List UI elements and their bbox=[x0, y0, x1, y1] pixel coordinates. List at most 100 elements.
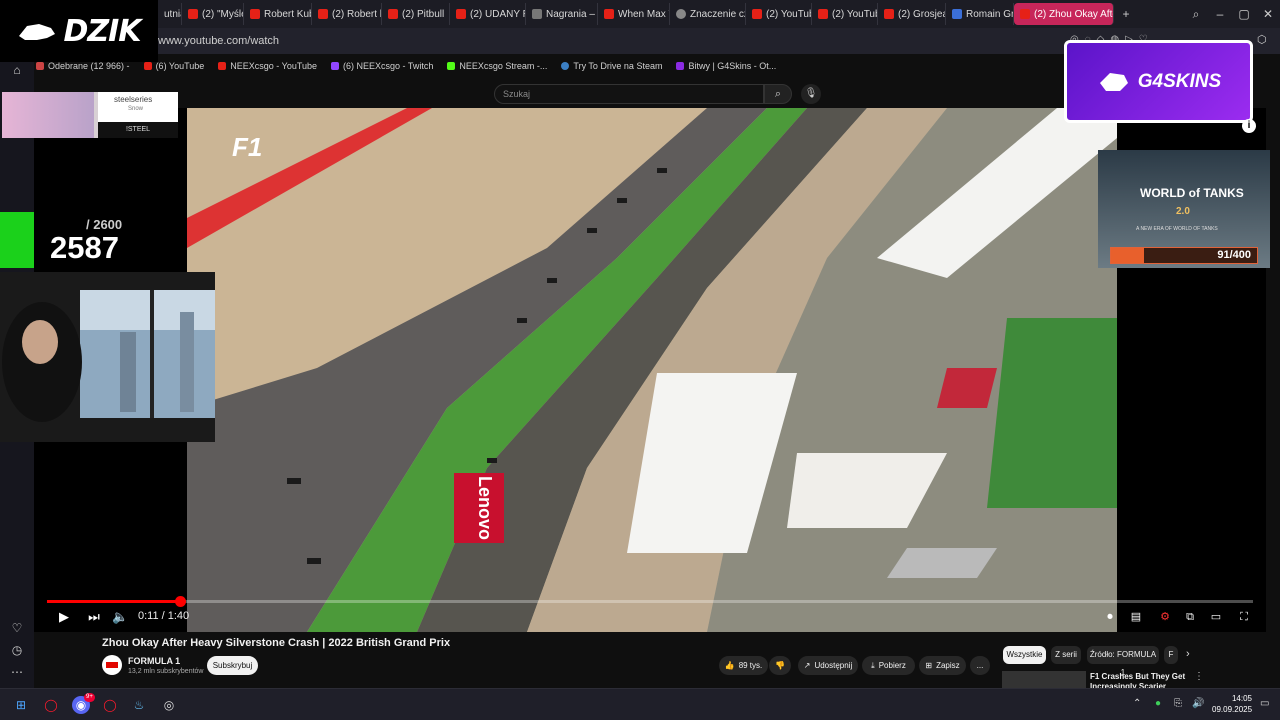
taskbar-clock[interactable]: 14:05 09.09.2025 bbox=[1212, 693, 1252, 715]
tray-chevron-icon[interactable]: ⌃ bbox=[1133, 698, 1141, 709]
tab-11[interactable]: (2) Grosjean's bbox=[878, 3, 946, 25]
obs-icon[interactable]: ◎ bbox=[160, 696, 178, 714]
settings-icon[interactable]: ⚙ bbox=[1156, 608, 1174, 626]
video-progress-bar[interactable] bbox=[47, 600, 1253, 603]
bookmark-item[interactable]: Odebrane (12 966) - bbox=[36, 61, 130, 71]
tab-10[interactable]: (2) YouTube bbox=[812, 3, 878, 25]
tab-1[interactable]: (2) "Myślelišm bbox=[182, 3, 244, 25]
progress-played bbox=[47, 600, 180, 603]
windows-start-icon[interactable]: ⊞ bbox=[12, 696, 30, 714]
dislike-button[interactable]: 👎 bbox=[769, 656, 791, 675]
mouse-image bbox=[2, 92, 94, 138]
share-icon: ↗ bbox=[803, 661, 811, 670]
info-icon[interactable]: i bbox=[1242, 119, 1256, 133]
subtitles-icon[interactable]: ▤ bbox=[1128, 608, 1144, 626]
page-icon bbox=[532, 9, 542, 19]
notifications-icon[interactable]: ▭ bbox=[1260, 698, 1269, 709]
recommended-title[interactable]: F1 Crashes But They Get Increasingly Sca… bbox=[1090, 672, 1190, 688]
tab-3[interactable]: (2) Robert ku bbox=[312, 3, 382, 25]
logo-text: DZIK bbox=[63, 13, 141, 49]
boar-icon bbox=[19, 24, 56, 40]
bookmark-item[interactable]: NEEXcsgo Stream -... bbox=[447, 61, 547, 71]
recommended-thumbnail[interactable] bbox=[1002, 671, 1086, 688]
volume-icon[interactable]: 🔈 bbox=[112, 608, 128, 626]
channel-avatar[interactable] bbox=[102, 655, 122, 675]
bookmark-item[interactable]: NEEXcsgo - YouTube bbox=[218, 61, 317, 71]
new-tab-button[interactable]: + bbox=[1114, 7, 1138, 21]
tab-9[interactable]: (2) YouTube bbox=[746, 3, 812, 25]
youtube-icon bbox=[218, 62, 227, 70]
steam-icon[interactable]: ♨ bbox=[130, 696, 148, 714]
autoplay-toggle[interactable]: ⏺ bbox=[1100, 608, 1120, 626]
tab-7[interactable]: When Max Ve bbox=[598, 3, 670, 25]
channel-name[interactable]: FORMULA 1 bbox=[128, 656, 180, 666]
url-field[interactable]: www.youtube.com/watch bbox=[158, 35, 279, 47]
chip-all[interactable]: Wszystkie bbox=[1003, 646, 1046, 664]
opera-icon[interactable]: ◯ bbox=[101, 696, 119, 714]
theater-mode-icon[interactable]: ▭ bbox=[1208, 608, 1224, 626]
discord-badge: 9+ bbox=[84, 693, 95, 702]
wot-progress-bar: 91/400 bbox=[1110, 247, 1258, 264]
tab-label: (2) Zhou Okay After He bbox=[1034, 8, 1113, 20]
history-icon[interactable]: ◷ bbox=[9, 642, 25, 658]
share-button[interactable]: ↗ Udostępnij bbox=[798, 656, 858, 675]
race-track-scene: Lenovo F1 bbox=[187, 108, 1117, 632]
tab-4[interactable]: (2) Pitbull bbox=[382, 3, 450, 25]
webcam-scene bbox=[0, 272, 215, 442]
save-button[interactable]: ⊞ Zapisz bbox=[919, 656, 966, 675]
wot-progress-label: 91/400 bbox=[1217, 249, 1251, 261]
close-icon[interactable]: ✕ bbox=[1256, 7, 1280, 21]
search-input[interactable]: Szukaj bbox=[494, 84, 764, 104]
maximize-icon[interactable]: ▢ bbox=[1232, 7, 1256, 21]
search-button[interactable]: ⌕ bbox=[764, 84, 792, 104]
recommended-menu-icon[interactable]: ⋮ bbox=[1194, 671, 1204, 682]
tab-8[interactable]: Znaczenie cz bbox=[670, 3, 746, 25]
wot-tagline: A NEW ERA OF WORLD OF TANKS bbox=[1136, 226, 1218, 232]
volume-tray-icon[interactable]: 🔊 bbox=[1192, 698, 1204, 709]
play-icon[interactable]: ▶ bbox=[56, 608, 72, 626]
share-label: Udostępnij bbox=[814, 661, 853, 670]
tab-6[interactable]: Nagrania – A bbox=[526, 3, 598, 25]
youtube-icon bbox=[388, 9, 398, 19]
bookmark-label: Bitwy | G4Skins - Ot... bbox=[688, 61, 777, 71]
bookmark-item[interactable]: (6) YouTube bbox=[143, 61, 204, 71]
progress-scrubber[interactable] bbox=[174, 596, 186, 607]
miniplayer-icon[interactable]: ⧉ bbox=[1182, 608, 1198, 626]
network-icon[interactable]: ⎘ bbox=[1174, 698, 1182, 709]
home-icon[interactable]: ⌂ bbox=[9, 62, 25, 78]
bookmark-item[interactable]: (6) NEEXcsgo - Twitch bbox=[331, 61, 433, 71]
bookmark-label: NEEXcsgo Stream -... bbox=[459, 61, 548, 71]
more-actions-button[interactable]: ... bbox=[970, 656, 990, 675]
fullscreen-icon[interactable]: ⛶ bbox=[1236, 608, 1252, 626]
bookmark-item[interactable]: Bitwy | G4Skins - Ot... bbox=[676, 61, 776, 71]
minimize-icon[interactable]: – bbox=[1208, 7, 1232, 21]
next-icon[interactable]: ⏭ bbox=[86, 608, 102, 626]
opera-gx-icon[interactable]: ◯ bbox=[42, 696, 60, 714]
youtube-icon bbox=[818, 9, 828, 19]
tab-active[interactable]: (2) Zhou Okay After He bbox=[1014, 3, 1114, 25]
tab-5[interactable]: (2) UDANY RE bbox=[450, 3, 526, 25]
search-tabs-icon[interactable]: ⌕ bbox=[1184, 7, 1208, 22]
bookmark-item[interactable]: Try To Drive na Steam bbox=[561, 61, 662, 71]
subscribe-button[interactable]: Subskrybuj bbox=[207, 656, 258, 675]
chip-series[interactable]: Z serii bbox=[1051, 646, 1081, 664]
download-button[interactable]: ⤓ Pobierz bbox=[862, 656, 915, 675]
video-player[interactable]: Lenovo F1 bbox=[34, 108, 1266, 632]
f1-logo: F1 bbox=[232, 132, 262, 162]
chip-more[interactable]: F bbox=[1164, 646, 1178, 664]
extension-cube-icon[interactable]: ⬡ bbox=[1257, 33, 1267, 46]
tab-0[interactable]: utnia 6 bbox=[158, 3, 182, 25]
tab-2[interactable]: Robert Kubica bbox=[244, 3, 312, 25]
more-icon[interactable]: ⋯ bbox=[9, 664, 25, 680]
chip-source[interactable]: Źródło: FORMULA 1 bbox=[1087, 646, 1159, 677]
download-icon: ⤓ bbox=[871, 660, 875, 670]
tab-12[interactable]: Romain Grosj bbox=[946, 3, 1014, 25]
like-button[interactable]: 👍 89 tys. bbox=[719, 656, 768, 675]
thumbs-up-icon: 👍 bbox=[724, 661, 735, 670]
microphone-icon[interactable]: 🎙 bbox=[801, 84, 821, 104]
webcam-overlay bbox=[0, 272, 215, 442]
heart-icon[interactable]: ♡ bbox=[9, 620, 25, 636]
chevron-right-icon[interactable]: › bbox=[1186, 648, 1190, 660]
tab-label: Znaczenie cz bbox=[690, 8, 746, 20]
microphone-tray-icon[interactable]: ● bbox=[1155, 698, 1161, 709]
